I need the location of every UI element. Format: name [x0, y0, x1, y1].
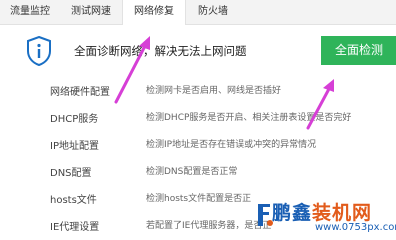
brand-logo-icon	[258, 204, 273, 226]
brand-name: 鹏鑫装机网	[272, 198, 372, 225]
site-watermark: 鹏鑫装机网 www.0753px.com	[255, 196, 396, 240]
brand-part1: 鹏鑫	[272, 202, 313, 224]
brand-url: www.0753px.com	[315, 222, 396, 233]
arrow-to-scan-button	[306, 79, 334, 130]
brand-part2: 装机网	[312, 202, 373, 224]
arrow-to-repair-tab	[114, 36, 150, 104]
